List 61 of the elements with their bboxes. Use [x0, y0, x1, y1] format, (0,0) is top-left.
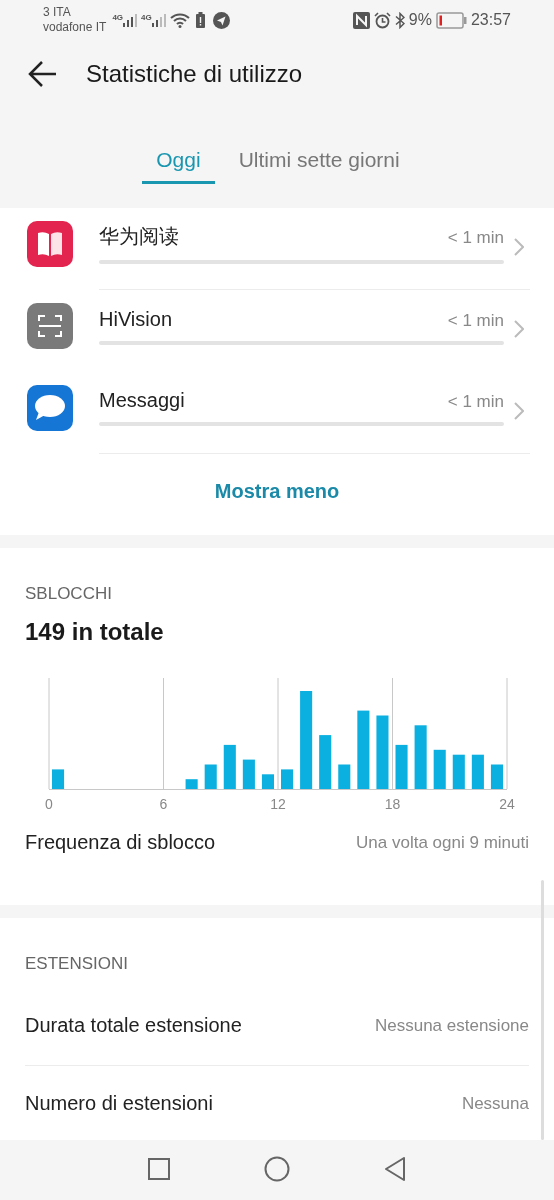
- bar: [490, 764, 503, 789]
- network-type: 4G: [141, 13, 152, 22]
- battery-icon: [435, 11, 467, 29]
- back-button[interactable]: [28, 59, 58, 89]
- network-type: 4G: [112, 13, 124, 22]
- bar: [261, 774, 274, 789]
- chat-bubble-icon: [27, 385, 73, 431]
- bar: [433, 749, 446, 789]
- axis-label: 24: [499, 796, 515, 812]
- bar: [281, 769, 294, 789]
- tab[interactable]: Oggi: [142, 146, 215, 184]
- clock-time: 23:57: [470, 11, 511, 29]
- bar: [223, 744, 236, 789]
- bar: [242, 759, 255, 789]
- show-less-link[interactable]: Mostra meno: [214, 480, 340, 503]
- setting-label: Frequenza di sblocco: [25, 831, 216, 854]
- usage-time: < 1 min: [447, 392, 504, 412]
- home-button[interactable]: [264, 1156, 290, 1182]
- axis-label: 18: [384, 796, 401, 812]
- screen-title: Statistiche di utilizzo: [86, 60, 303, 88]
- nfc-icon: [352, 11, 370, 29]
- bar: [52, 769, 65, 789]
- bar: [185, 779, 198, 789]
- setting-value: Nessuna estensione: [374, 1015, 529, 1036]
- back-arrow-icon: [28, 59, 58, 89]
- battery-alert-icon: [195, 12, 205, 28]
- bar: [338, 764, 351, 789]
- bar: [319, 735, 332, 789]
- usage-time: < 1 min: [447, 228, 504, 248]
- usage-time: < 1 min: [447, 310, 504, 331]
- battery-percent: 9%: [408, 11, 432, 29]
- carrier-name: 3 ITA: [43, 5, 72, 20]
- wifi-icon: [169, 12, 190, 28]
- setting-label: Durata totale estensione: [25, 1014, 242, 1037]
- bar: [204, 764, 217, 789]
- tab[interactable]: Ultimi sette giorni: [238, 146, 400, 184]
- setting-value: Una volta ogni 9 minuti: [356, 832, 529, 853]
- signal-icon: [151, 13, 166, 27]
- bar: [395, 744, 408, 789]
- section-heading: SBLOCCHI: [25, 584, 113, 604]
- bar: [471, 754, 484, 789]
- recents-button[interactable]: [146, 1156, 172, 1182]
- send-icon: [212, 11, 230, 29]
- app-name: HiVision: [99, 307, 172, 331]
- carrier-name: vodafone IT: [43, 20, 107, 35]
- bluetooth-icon: [394, 11, 405, 29]
- alarm-icon: [373, 11, 391, 29]
- app-name: Messaggi: [99, 389, 185, 412]
- signal-icon: [123, 13, 138, 27]
- scan-frame-icon: [27, 303, 73, 349]
- section-heading: ESTENSIONI: [25, 954, 129, 974]
- bar: [414, 725, 427, 789]
- setting-label: Numero di estensioni: [25, 1092, 213, 1115]
- axis-label: 6: [159, 796, 168, 812]
- setting-value: Nessuna: [461, 1093, 529, 1114]
- axis-label: 0: [45, 796, 53, 812]
- unlock-total: 149 in totale: [25, 618, 165, 646]
- axis-label: 12: [270, 796, 286, 812]
- app-name: 华为阅读: [99, 224, 179, 249]
- book-icon: [27, 221, 73, 267]
- bar: [452, 754, 465, 789]
